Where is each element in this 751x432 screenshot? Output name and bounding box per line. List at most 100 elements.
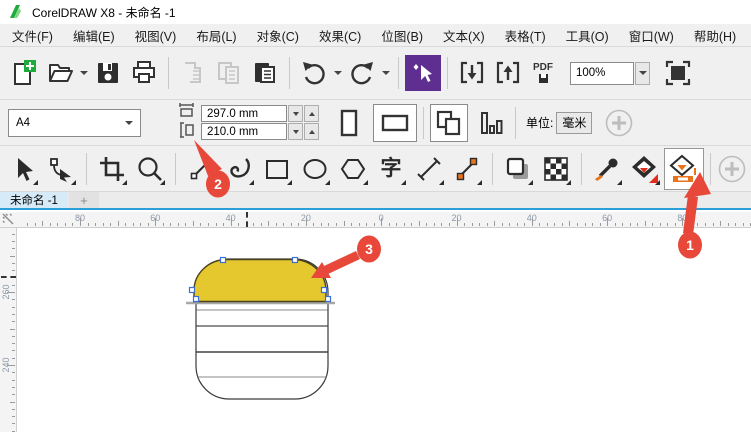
- menu-object[interactable]: 对象(C): [247, 23, 309, 48]
- toolbox: 字: [0, 146, 751, 192]
- units-label: 单位:: [526, 114, 553, 131]
- menu-layout[interactable]: 布局(L): [186, 23, 246, 48]
- export-button[interactable]: [490, 55, 526, 91]
- ruler-tick: [509, 223, 510, 226]
- page-width-spin-up[interactable]: [304, 105, 319, 122]
- publish-pdf-button[interactable]: PDF: [526, 55, 560, 91]
- ruler-tick: [600, 223, 601, 226]
- menu-window[interactable]: 窗口(W): [619, 23, 684, 48]
- page-height-spin-down[interactable]: [288, 123, 303, 140]
- ruler-tick: [118, 221, 119, 226]
- print-button[interactable]: [126, 55, 162, 91]
- text-tool[interactable]: 字: [372, 149, 410, 189]
- menu-table[interactable]: 表格(T): [495, 23, 556, 48]
- curve-node[interactable]: [322, 288, 327, 293]
- menu-bitmaps[interactable]: 位图(B): [371, 23, 433, 48]
- menu-tools[interactable]: 工具(O): [556, 23, 619, 48]
- ellipse-tool[interactable]: [296, 149, 334, 189]
- menu-effects[interactable]: 效果(C): [309, 23, 371, 48]
- polygon-tool[interactable]: [334, 149, 372, 189]
- ruler-tick: [65, 223, 66, 226]
- menu-view[interactable]: 视图(V): [125, 23, 187, 48]
- curve-node[interactable]: [293, 258, 298, 263]
- ruler-tick: [27, 223, 28, 226]
- search-content-button[interactable]: [405, 55, 441, 91]
- vertical-ruler[interactable]: 260240: [0, 228, 17, 432]
- landscape-orientation-button[interactable]: [373, 104, 417, 142]
- ellipse-tool-icon: [301, 155, 329, 183]
- curve-node[interactable]: [194, 297, 199, 302]
- eyedropper-icon: [593, 155, 621, 183]
- ruler-tick: [426, 223, 427, 226]
- current-page-button[interactable]: [473, 105, 509, 141]
- page-height-spin-up[interactable]: [304, 123, 319, 140]
- ruler-tick: [103, 223, 104, 226]
- dimension-tool-icon: [415, 155, 443, 183]
- curve-node[interactable]: [190, 288, 195, 293]
- curve-node[interactable]: [221, 258, 226, 263]
- shape-tool[interactable]: [42, 149, 80, 189]
- paste-button[interactable]: [247, 55, 283, 91]
- ruler-origin-icon[interactable]: [1, 212, 16, 227]
- page-size-value: A4: [16, 117, 30, 129]
- open-dropdown[interactable]: [78, 55, 90, 91]
- undo-button[interactable]: [296, 55, 332, 91]
- redo-button[interactable]: [344, 55, 380, 91]
- ruler-tick: [667, 223, 668, 226]
- zoom-tool[interactable]: [131, 149, 169, 189]
- drawing-canvas[interactable]: [17, 228, 751, 432]
- ruler-tick: [630, 223, 631, 226]
- menu-edit[interactable]: 编辑(E): [63, 23, 125, 48]
- color-eyedropper-tool[interactable]: [588, 149, 626, 189]
- import-button[interactable]: [454, 55, 490, 91]
- interactive-fill-tool[interactable]: [626, 149, 664, 189]
- toolbox-separator: [710, 153, 711, 185]
- search-arrow-icon: [409, 59, 437, 87]
- connector-tool-icon: [453, 155, 481, 183]
- redo-dropdown[interactable]: [380, 55, 392, 91]
- zoom-level-dropdown[interactable]: [635, 62, 650, 85]
- freehand-tool[interactable]: [182, 149, 220, 189]
- rectangle-tool[interactable]: [258, 149, 296, 189]
- menu-help[interactable]: 帮助(H): [684, 23, 746, 48]
- menu-text[interactable]: 文本(X): [433, 23, 495, 48]
- page-height-field[interactable]: 210.0 mm: [201, 123, 287, 140]
- zoom-level-combo[interactable]: 100%: [570, 62, 634, 85]
- ruler-tick: [532, 218, 533, 226]
- transparency-tool[interactable]: [537, 149, 575, 189]
- new-document-tab-button[interactable]: +: [69, 192, 99, 208]
- document-tab-active[interactable]: 未命名 -1: [0, 192, 68, 208]
- pick-tool[interactable]: [4, 149, 42, 189]
- page-width-spin-down[interactable]: [288, 105, 303, 122]
- ruler-tick: [705, 223, 706, 226]
- ruler-tick: [7, 292, 15, 293]
- menu-file[interactable]: 文件(F): [2, 23, 63, 48]
- save-button[interactable]: [90, 55, 126, 91]
- curve-node[interactable]: [326, 297, 331, 302]
- horizontal-ruler[interactable]: 80604020020406080: [0, 212, 751, 228]
- drop-shadow-tool[interactable]: [499, 149, 537, 189]
- open-button[interactable]: [42, 55, 78, 91]
- ruler-tick: [607, 218, 608, 226]
- customize-plus-icon[interactable]: [604, 108, 634, 138]
- new-document-button[interactable]: [6, 55, 42, 91]
- connector-tool[interactable]: [448, 149, 486, 189]
- ruler-tick: [675, 223, 676, 226]
- dimension-tool[interactable]: [410, 149, 448, 189]
- spinner-up-icon: [309, 112, 315, 116]
- smart-fill-tool[interactable]: [664, 148, 704, 190]
- toolbox-plus-icon[interactable]: [717, 154, 747, 184]
- bspline-tool[interactable]: [220, 149, 258, 189]
- units-dropdown[interactable]: 毫米: [556, 112, 592, 134]
- fullscreen-preview-button[interactable]: [660, 55, 696, 91]
- undo-dropdown[interactable]: [332, 55, 344, 91]
- notepad-header-shape[interactable]: [194, 260, 326, 302]
- all-pages-button[interactable]: [430, 104, 468, 142]
- ruler-tick: [155, 218, 156, 226]
- chevron-down-icon: [80, 71, 88, 75]
- page-width-field[interactable]: 297.0 mm: [201, 105, 287, 122]
- crop-tool[interactable]: [93, 149, 131, 189]
- ruler-tick: [35, 223, 36, 226]
- portrait-orientation-button[interactable]: [331, 105, 367, 141]
- page-size-combo[interactable]: A4: [8, 109, 141, 137]
